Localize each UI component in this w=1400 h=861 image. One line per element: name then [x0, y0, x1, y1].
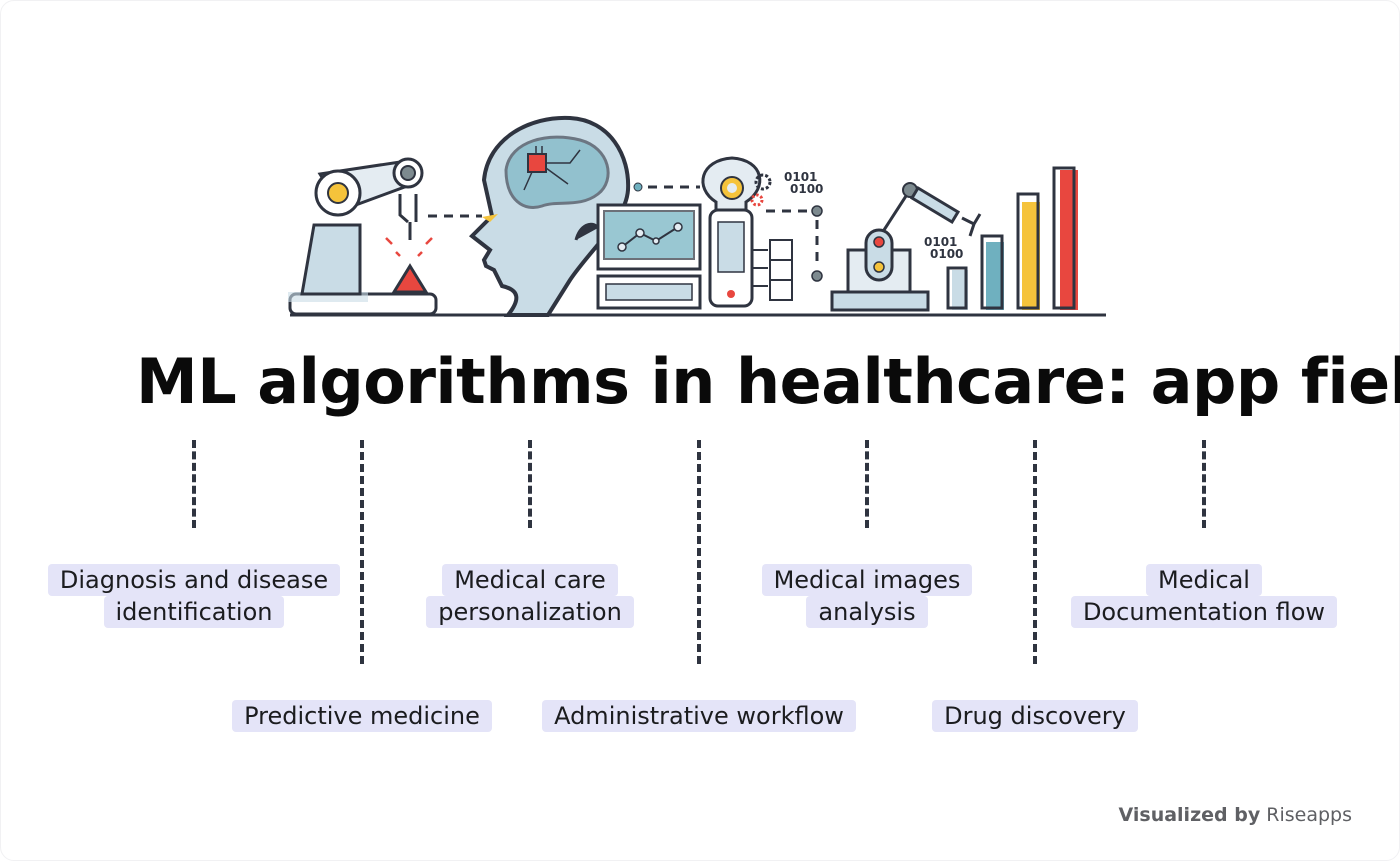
- robot-arm-icon: [288, 157, 482, 316]
- label-line: analysis: [806, 596, 928, 628]
- connector-line: [1202, 440, 1206, 528]
- field-label-administrative-workflow: Administrative workflow: [519, 700, 879, 732]
- field-label-medical-images: Medical images analysis: [717, 564, 1017, 628]
- connector-line: [192, 440, 196, 528]
- binary-text: 0100: [790, 182, 823, 196]
- label-line: Drug discovery: [932, 700, 1138, 732]
- connector-line: [865, 440, 869, 528]
- lightbulb-server-icon: 0101 0100: [701, 156, 823, 308]
- label-line: Medical care: [442, 564, 618, 596]
- label-line: personalization: [426, 596, 634, 628]
- label-line: Predictive medicine: [232, 700, 492, 732]
- label-line: Medical images: [761, 564, 973, 596]
- attribution-brand: Riseapps: [1266, 804, 1352, 826]
- label-line: Diagnosis and disease: [47, 564, 341, 596]
- connector-line: [360, 440, 364, 664]
- field-label-care-personalization: Medical care personalization: [380, 564, 680, 628]
- healthcare-ml-illustration: 0101 0100 0101 0100: [288, 115, 1106, 317]
- attribution: Visualized by Riseapps: [1119, 804, 1353, 826]
- field-label-drug-discovery: Drug discovery: [885, 700, 1185, 732]
- label-line: Medical: [1146, 564, 1262, 596]
- label-line: Administrative workflow: [542, 700, 856, 732]
- label-line: identification: [103, 596, 285, 628]
- connector-line: [528, 440, 532, 528]
- field-label-diagnosis: Diagnosis and disease identification: [44, 564, 344, 628]
- field-label-documentation-flow: Medical Documentation flow: [1044, 564, 1364, 628]
- connector-line: [1033, 440, 1037, 664]
- label-line: Documentation flow: [1070, 596, 1338, 628]
- field-label-predictive-medicine: Predictive medicine: [212, 700, 512, 732]
- connector-line: [697, 440, 701, 664]
- attribution-prefix: Visualized by: [1118, 804, 1261, 826]
- page-title: ML algorithms in healthcare: app fields: [136, 345, 1400, 418]
- bar-chart-icon: [946, 166, 1078, 310]
- binary-text: 0100: [930, 247, 963, 261]
